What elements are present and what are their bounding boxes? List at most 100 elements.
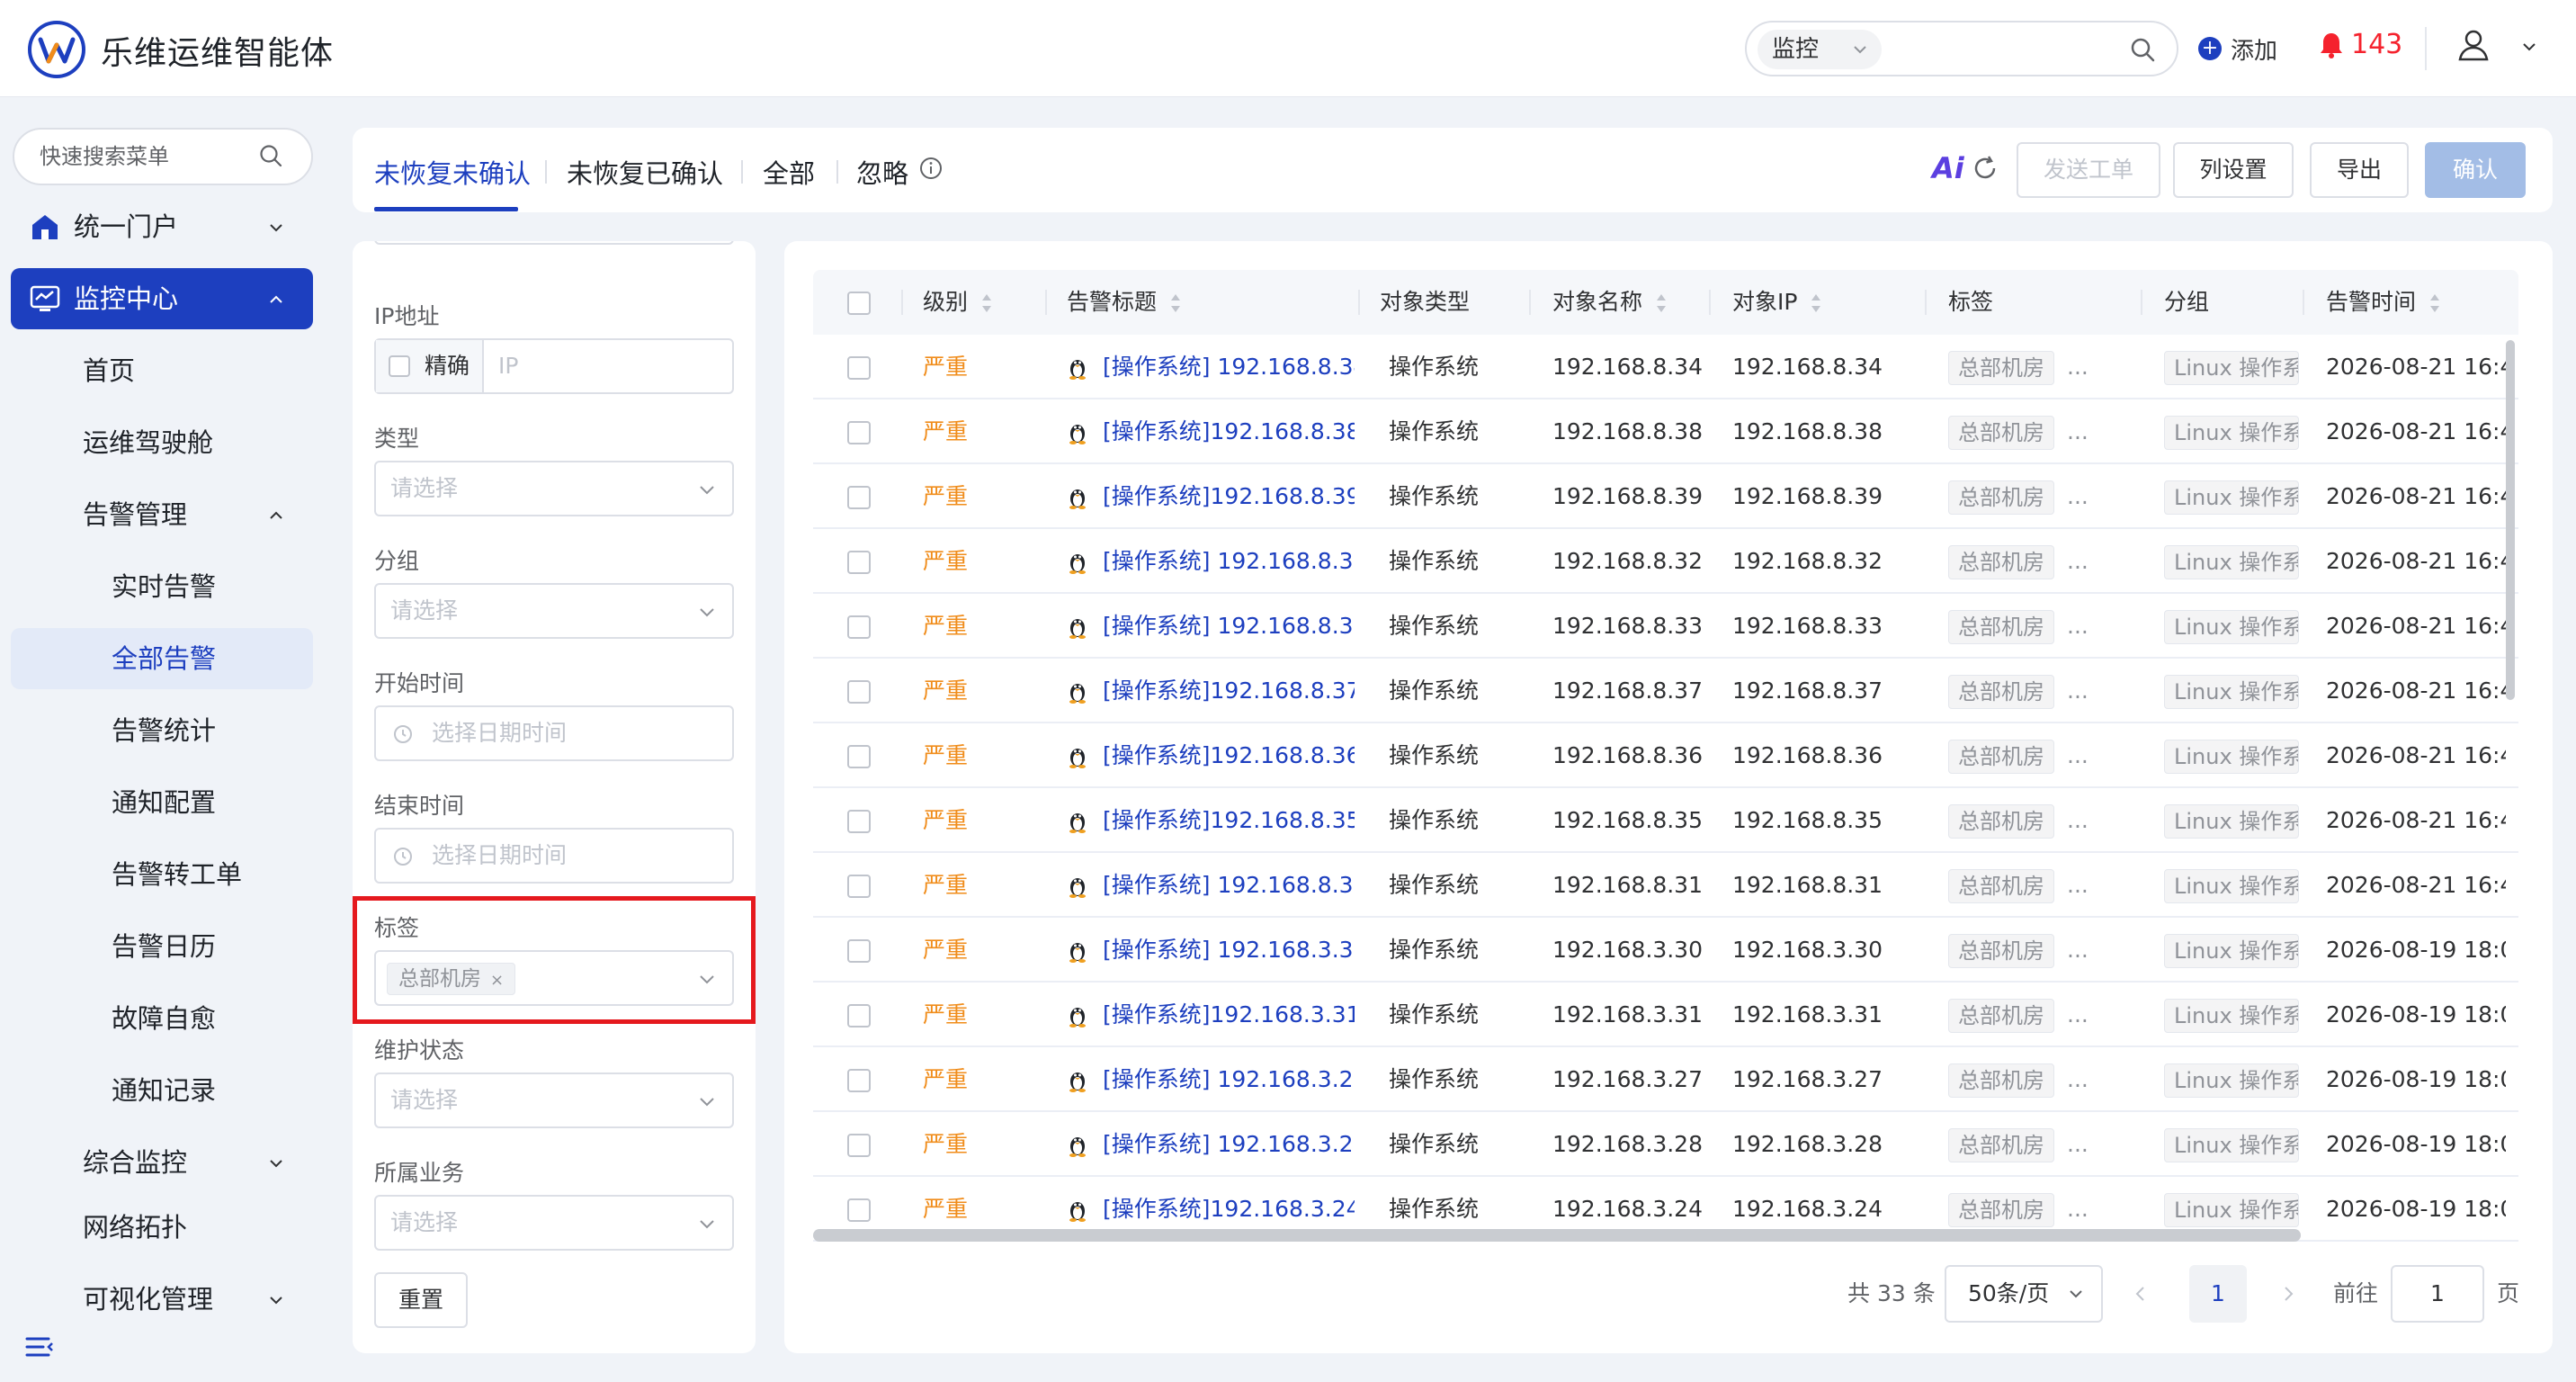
sidebar-item-realtime-alerts[interactable]: 实时告警 <box>11 556 313 617</box>
more-tags-indicator[interactable]: ... <box>2067 678 2089 704</box>
type-select[interactable]: 请选择 <box>374 461 734 516</box>
row-checkbox[interactable] <box>847 680 871 704</box>
more-tags-indicator[interactable]: ... <box>2067 1131 2089 1157</box>
more-tags-indicator[interactable]: ... <box>2067 742 2089 768</box>
app-logo-icon[interactable] <box>27 20 86 79</box>
sidebar-collapse-icon[interactable] <box>23 1332 56 1364</box>
table-row[interactable]: 严重 [操作系统]192.168.8.37失 操作系统 192.168.8.37 192… <box>813 659 2518 723</box>
cell-title[interactable]: [操作系统]192.168.8.38失 <box>1067 399 1355 464</box>
sidebar-item-visual-management[interactable]: 可视化管理 <box>11 1269 313 1330</box>
row-checkbox[interactable] <box>847 1004 871 1028</box>
alert-title-link[interactable]: [操作系统] 192.168.3.28 / <box>1103 1131 1355 1157</box>
alert-title-link[interactable]: [操作系统] 192.168.3.30 / <box>1103 937 1355 963</box>
info-icon[interactable] <box>919 157 943 180</box>
cell-title[interactable]: [操作系统]192.168.8.37失 <box>1067 659 1355 723</box>
alert-title-link[interactable]: [操作系统]192.168.8.37失 <box>1103 678 1355 704</box>
alert-title-link[interactable]: [操作系统]192.168.8.36失 <box>1103 742 1355 768</box>
more-tags-indicator[interactable]: ... <box>2067 354 2089 380</box>
exact-checkbox[interactable] <box>389 355 410 377</box>
alert-bell[interactable]: 143 <box>2319 29 2402 60</box>
alert-title-link[interactable]: [操作系统]192.168.3.24失 <box>1103 1196 1355 1222</box>
column-header-object-name[interactable]: 对象名称 <box>1552 270 1668 335</box>
alert-title-link[interactable]: [操作系统]192.168.8.35失 <box>1103 807 1355 833</box>
cell-title[interactable]: [操作系统]192.168.8.35失 <box>1067 788 1355 853</box>
more-tags-indicator[interactable]: ... <box>2067 1196 2089 1222</box>
cell-title[interactable]: [操作系统] 192.168.3.28 / <box>1067 1112 1355 1177</box>
cell-title[interactable]: [操作系统]192.168.8.36失 <box>1067 723 1355 788</box>
horizontal-scrollbar[interactable] <box>813 1229 2301 1242</box>
column-header-object-type[interactable]: 对象类型 <box>1380 270 1470 335</box>
business-select[interactable]: 请选择 <box>374 1195 734 1251</box>
sidebar-item-notify-config[interactable]: 通知配置 <box>11 772 313 833</box>
sidebar-item-alert-to-ticket[interactable]: 告警转工单 <box>11 844 313 905</box>
sidebar-item-monitor-center[interactable]: 监控中心 <box>11 268 313 329</box>
alert-title-link[interactable]: [操作系统]192.168.8.39失 <box>1103 483 1355 509</box>
table-row[interactable]: 严重 [操作系统] 192.168.8.33 / 操作系统 192.168.8.33 1… <box>813 594 2518 659</box>
tag-select[interactable]: 总部机房 × <box>374 950 734 1006</box>
alert-title-link[interactable]: [操作系统] 192.168.8.32 / <box>1103 548 1355 574</box>
row-checkbox[interactable] <box>847 1198 871 1222</box>
cell-title[interactable]: [操作系统] 192.168.3.30 / <box>1067 918 1355 983</box>
filter-input-partial[interactable] <box>374 241 734 245</box>
sidebar-item-general-monitor[interactable]: 综合监控 <box>11 1132 313 1193</box>
ip-input[interactable]: 精确 IP <box>374 338 734 394</box>
table-row[interactable]: 严重 [操作系统]192.168.8.39失 操作系统 192.168.8.39 192… <box>813 464 2518 529</box>
ai-assistant-icon[interactable]: Ai <box>1932 151 1964 185</box>
sidebar-item-cockpit[interactable]: 运维驾驶舱 <box>11 412 313 473</box>
goto-page-input[interactable]: 1 <box>2391 1265 2484 1323</box>
more-tags-indicator[interactable]: ... <box>2067 937 2089 963</box>
vertical-scrollbar[interactable] <box>2506 340 2515 700</box>
column-header-group[interactable]: 分组 <box>2164 270 2209 335</box>
sidebar-item-self-healing[interactable]: 故障自愈 <box>11 988 313 1049</box>
export-button[interactable]: 导出 <box>2310 142 2409 198</box>
row-checkbox[interactable] <box>847 421 871 444</box>
cell-title[interactable]: [操作系统]192.168.8.39失 <box>1067 464 1355 529</box>
select-all-checkbox[interactable] <box>847 292 871 315</box>
send-ticket-button[interactable]: 发送工单 <box>2017 142 2160 198</box>
group-select[interactable]: 请选择 <box>374 583 734 639</box>
start-time-picker[interactable]: 选择日期时间 <box>374 705 734 761</box>
row-checkbox[interactable] <box>847 875 871 898</box>
table-row[interactable]: 严重 [操作系统] 192.168.8.31 / 操作系统 192.168.8.31 1… <box>813 853 2518 918</box>
cell-title[interactable]: [操作系统] 192.168.8.34 / <box>1067 335 1355 399</box>
row-checkbox[interactable] <box>847 615 871 639</box>
confirm-button[interactable]: 确认 <box>2425 142 2526 198</box>
column-header-alert-time[interactable]: 告警时间 <box>2326 270 2441 335</box>
next-page-icon[interactable] <box>2279 1283 2297 1305</box>
add-button[interactable]: + 添加 <box>2198 31 2277 67</box>
table-row[interactable]: 严重 [操作系统] 192.168.8.32 / 操作系统 192.168.8.32 1… <box>813 529 2518 594</box>
sidebar-item-notify-records[interactable]: 通知记录 <box>11 1060 313 1121</box>
tab-ignored[interactable]: 忽略 <box>856 153 908 191</box>
exact-match-toggle[interactable]: 精确 <box>376 340 484 392</box>
more-tags-indicator[interactable]: ... <box>2067 548 2089 574</box>
user-avatar-icon[interactable] <box>2454 25 2493 65</box>
table-row[interactable]: 严重 [操作系统]192.168.8.35失 操作系统 192.168.8.35 192… <box>813 788 2518 853</box>
search-scope-select[interactable]: 监控 <box>1758 30 1882 69</box>
maintenance-select[interactable]: 请选择 <box>374 1072 734 1128</box>
table-row[interactable]: 严重 [操作系统] 192.168.8.34 / 操作系统 192.168.8.34 1… <box>813 335 2518 399</box>
end-time-picker[interactable]: 选择日期时间 <box>374 828 734 884</box>
table-row[interactable]: 严重 [操作系统] 192.168.3.30 / 操作系统 192.168.3.30 1… <box>813 918 2518 983</box>
tab-all[interactable]: 全部 <box>763 153 815 191</box>
page-number-current[interactable]: 1 <box>2189 1265 2247 1323</box>
close-icon[interactable]: × <box>490 971 504 990</box>
row-checkbox[interactable] <box>847 551 871 574</box>
more-tags-indicator[interactable]: ... <box>2067 1001 2089 1028</box>
tab-unrecovered-confirmed[interactable]: 未恢复已确认 <box>567 153 723 191</box>
chevron-down-icon[interactable] <box>2518 36 2540 58</box>
table-row[interactable]: 严重 [操作系统]192.168.8.38失 操作系统 192.168.8.38 192… <box>813 399 2518 464</box>
row-checkbox[interactable] <box>847 1069 871 1092</box>
cell-title[interactable]: [操作系统] 192.168.3.27 / <box>1067 1047 1355 1112</box>
menu-search-input[interactable]: 快速搜索菜单 <box>13 128 313 185</box>
global-search[interactable]: 监控 <box>1745 21 2178 76</box>
sidebar-item-alert-calendar[interactable]: 告警日历 <box>11 916 313 977</box>
page-size-select[interactable]: 50条/页 <box>1945 1265 2103 1323</box>
column-header-object-ip[interactable]: 对象IP <box>1732 270 1822 335</box>
more-tags-indicator[interactable]: ... <box>2067 613 2089 639</box>
sidebar-item-network-topology[interactable]: 网络拓扑 <box>11 1197 313 1258</box>
more-tags-indicator[interactable]: ... <box>2067 872 2089 898</box>
row-checkbox[interactable] <box>847 1134 871 1157</box>
table-row[interactable]: 严重 [操作系统] 192.168.3.27 / 操作系统 192.168.3.27 1… <box>813 1047 2518 1112</box>
search-icon[interactable] <box>2128 35 2157 64</box>
row-checkbox[interactable] <box>847 939 871 963</box>
